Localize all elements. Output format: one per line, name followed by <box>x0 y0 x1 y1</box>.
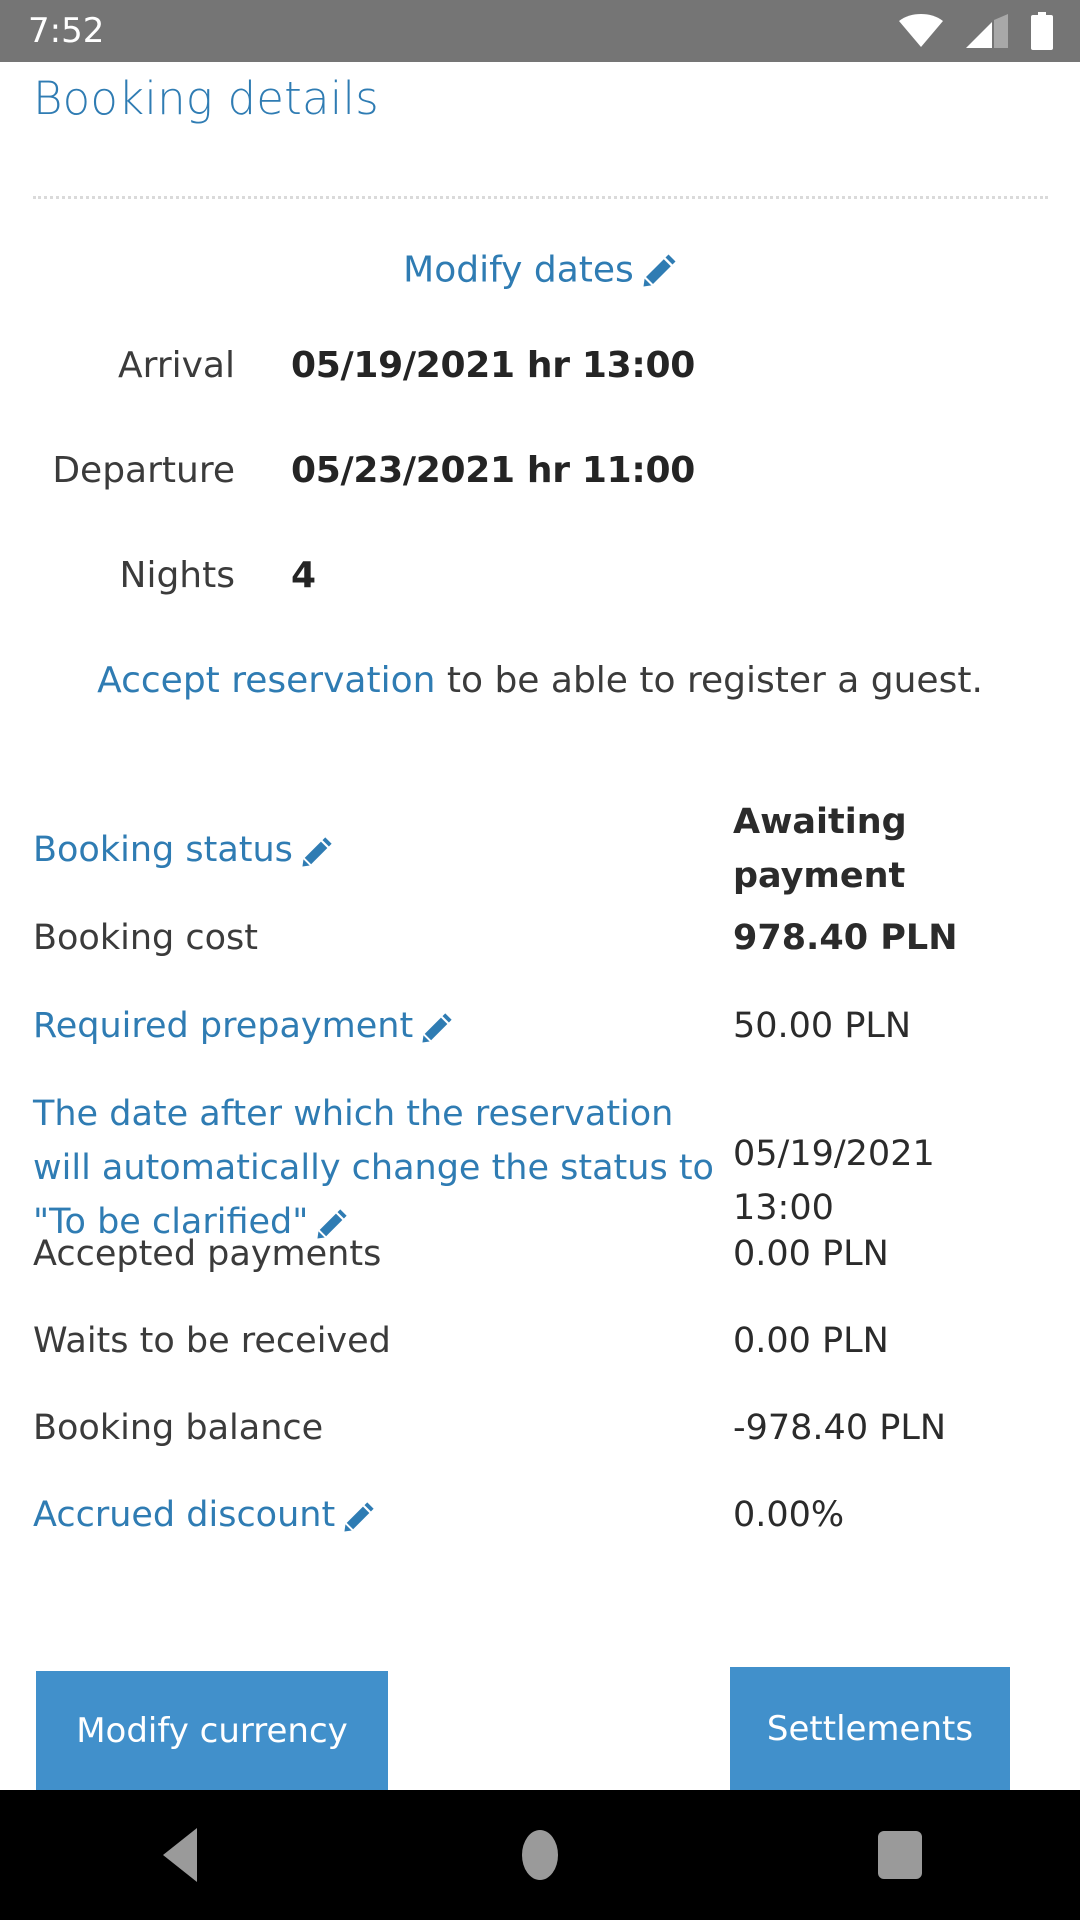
cellular-signal-icon <box>966 14 1008 48</box>
nav-recents-button[interactable] <box>720 1831 1080 1879</box>
booking-details-screen: 7:52 Booking details Modify dates Arriva… <box>0 0 1080 1920</box>
waits-to-be-received-value: 0.00 PLN <box>733 1321 889 1361</box>
table-row: Accrued discount 0.00% <box>33 1488 1048 1575</box>
table-row: Booking status Awaiting payment <box>33 795 1048 907</box>
auto-status-date-row[interactable]: The date after which the reservation wil… <box>33 1087 733 1249</box>
booking-status-value-line2: payment <box>733 856 906 896</box>
home-icon <box>522 1830 558 1880</box>
accrued-discount-row[interactable]: Accrued discount <box>33 1488 733 1542</box>
table-row: Accepted payments 0.00 PLN <box>33 1227 1048 1314</box>
booking-cost-label: Booking cost <box>33 918 258 958</box>
modify-dates-label: Modify dates <box>403 249 634 291</box>
status-bar-icons <box>898 12 1054 50</box>
dates-table: Arrival 05/19/2021 hr 13:00 Departure 05… <box>0 345 1080 660</box>
accept-reservation-link[interactable]: Accept reservation <box>97 660 435 701</box>
pencil-icon <box>422 1012 453 1043</box>
auto-status-date-value: 05/19/2021 13:00 <box>733 1087 1048 1235</box>
accepted-payments-value: 0.00 PLN <box>733 1234 889 1274</box>
header-divider <box>33 196 1048 199</box>
arrival-label: Arrival <box>118 345 235 386</box>
accrued-discount-value: 0.00% <box>733 1495 845 1535</box>
table-row: Booking balance -978.40 PLN <box>33 1401 1048 1488</box>
table-row: Departure 05/23/2021 hr 11:00 <box>0 450 1080 555</box>
booking-status-value-line1: Awaiting <box>733 802 907 842</box>
nights-label: Nights <box>119 555 235 596</box>
recents-icon <box>878 1831 922 1879</box>
booking-balance-value: -978.40 PLN <box>733 1408 947 1448</box>
nights-value: 4 <box>291 555 316 596</box>
pencil-icon <box>302 836 333 867</box>
departure-value: 05/23/2021 hr 11:00 <box>291 450 696 491</box>
table-row: Required prepayment 50.00 PLN <box>33 999 1048 1087</box>
accept-reservation-rest: to be able to register a guest. <box>435 660 983 701</box>
status-bar: 7:52 <box>0 0 1080 62</box>
arrival-value: 05/19/2021 hr 13:00 <box>291 345 696 386</box>
auto-status-date-label: The date after which the reservation wil… <box>33 1094 714 1242</box>
booking-details-list: Booking status Awaiting payment Booking … <box>33 795 1048 1575</box>
modify-currency-button[interactable]: Modify currency <box>36 1671 388 1791</box>
pencil-icon <box>643 253 677 287</box>
accept-reservation-notice: Accept reservation to be able to registe… <box>0 660 1080 701</box>
departure-label: Departure <box>52 450 235 491</box>
table-row: The date after which the reservation wil… <box>33 1087 1048 1242</box>
settlements-button[interactable]: Settlements <box>730 1667 1010 1791</box>
accepted-payments-label: Accepted payments <box>33 1234 382 1274</box>
nav-back-button[interactable] <box>0 1828 360 1882</box>
android-navigation-bar <box>0 1790 1080 1920</box>
table-row: Waits to be received 0.00 PLN <box>33 1314 1048 1401</box>
required-prepayment-row[interactable]: Required prepayment <box>33 999 733 1053</box>
booking-status-row[interactable]: Booking status <box>33 795 733 877</box>
table-row: Booking cost 978.40 PLN <box>33 907 1048 999</box>
status-bar-clock: 7:52 <box>28 11 105 51</box>
pencil-icon <box>344 1501 375 1532</box>
required-prepayment-value: 50.00 PLN <box>733 1006 912 1046</box>
page-title: Booking details <box>33 72 379 125</box>
auto-status-date-value-line1: 05/19/2021 <box>733 1134 935 1174</box>
wifi-icon <box>898 14 944 48</box>
booking-status-value: Awaiting payment <box>733 795 1048 903</box>
waits-to-be-received-label: Waits to be received <box>33 1321 391 1361</box>
table-row: Arrival 05/19/2021 hr 13:00 <box>0 345 1080 450</box>
nav-home-button[interactable] <box>360 1830 720 1880</box>
modify-dates-link[interactable]: Modify dates <box>0 248 1080 291</box>
required-prepayment-label: Required prepayment <box>33 1006 414 1046</box>
booking-status-label: Booking status <box>33 830 293 870</box>
back-icon <box>163 1828 197 1882</box>
accrued-discount-label: Accrued discount <box>33 1495 336 1535</box>
battery-icon <box>1030 12 1054 50</box>
booking-balance-label: Booking balance <box>33 1408 324 1448</box>
booking-cost-value: 978.40 PLN <box>733 918 958 958</box>
table-row: Nights 4 <box>0 555 1080 660</box>
